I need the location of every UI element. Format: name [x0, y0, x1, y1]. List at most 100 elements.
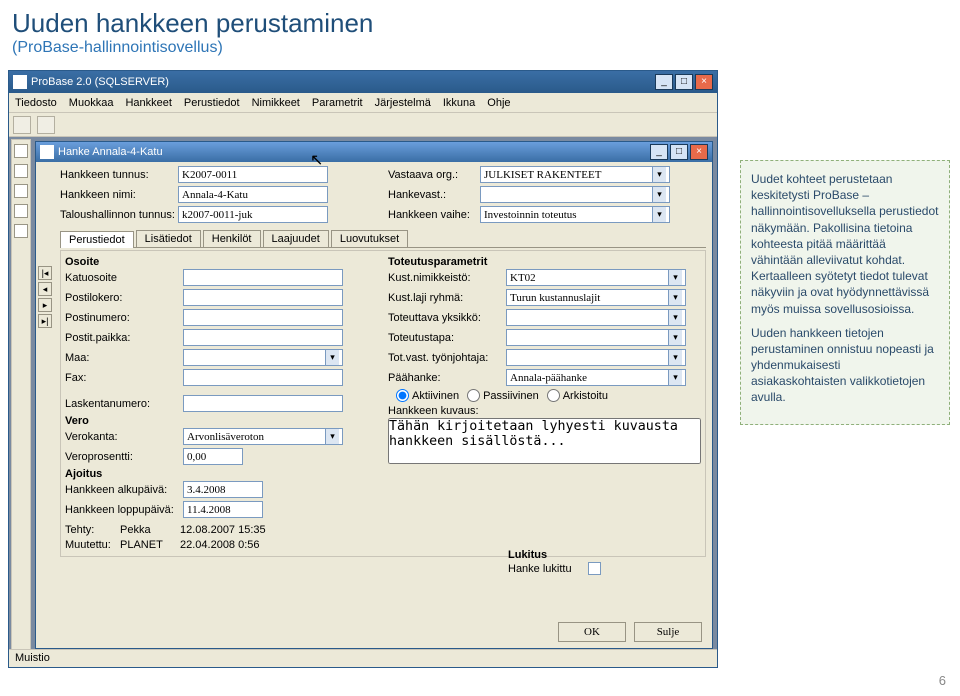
katu-label: Katuosoite	[65, 272, 183, 284]
kustlaji-combo[interactable]: Turun kustannuslajit▾	[506, 289, 686, 306]
kuvaus-textarea[interactable]: Tähän kirjoitetaan lyhyesti kuvausta han…	[388, 418, 701, 464]
veropros-input[interactable]	[183, 448, 243, 465]
chevron-down-icon: ▾	[668, 270, 682, 285]
lukitus-checkbox[interactable]	[588, 562, 601, 575]
child-title: Hanke Annala-4-Katu	[58, 146, 163, 158]
nav-prev-button[interactable]: ◂	[38, 282, 52, 296]
menubar: Tiedosto Muokkaa Hankkeet Perustiedot Ni…	[9, 93, 717, 113]
nav-last-button[interactable]: ▸|	[38, 314, 52, 328]
muut-date: 22.04.2008 0:56	[180, 539, 260, 551]
maa-combo[interactable]: ▾	[183, 349, 343, 366]
child-maximize-button[interactable]: □	[670, 144, 688, 160]
sulje-button[interactable]: Sulje	[634, 622, 702, 642]
menu-parametrit[interactable]: Parametrit	[312, 97, 363, 109]
aktiivinen-radio[interactable]	[396, 389, 409, 402]
alku-label: Hankkeen alkupäivä:	[65, 484, 183, 496]
ok-button[interactable]: OK	[558, 622, 626, 642]
passiivinen-label: Passiivinen	[483, 390, 539, 402]
aktiivinen-label: Aktiivinen	[412, 390, 459, 402]
menu-hankkeet[interactable]: Hankkeet	[125, 97, 171, 109]
loppu-input[interactable]	[183, 501, 263, 518]
talous-input[interactable]	[178, 206, 328, 223]
param-header: Toteutusparametrit	[388, 256, 701, 268]
nav-first-button[interactable]: |◂	[38, 266, 52, 280]
left-toolstrip	[11, 139, 31, 658]
tabs: Perustiedot Lisätiedot Henkilöt Laajuude…	[60, 230, 706, 248]
kustnim-combo[interactable]: KT02▾	[506, 269, 686, 286]
kustnim-label: Kust.nimikkeistö:	[388, 272, 506, 284]
maximize-button[interactable]: □	[675, 74, 693, 90]
maa-label: Maa:	[65, 352, 183, 364]
toolbar-icon[interactable]	[37, 116, 55, 134]
page-number: 6	[939, 673, 946, 688]
tool-icon[interactable]	[14, 144, 28, 158]
postitp-input[interactable]	[183, 329, 343, 346]
muut-label: Muutettu:	[65, 539, 120, 551]
child-window: Hanke Annala-4-Katu _ □ × |◂ ◂ ▸ ▸| Hank…	[35, 141, 713, 649]
katu-input[interactable]	[183, 269, 343, 286]
vastorg-combo[interactable]: JULKISET RAKENTEET▾	[480, 166, 670, 183]
app-titlebar: ProBase 2.0 (SQLSERVER) _ □ ×	[9, 71, 717, 93]
tool-icon[interactable]	[14, 204, 28, 218]
chevron-down-icon: ▾	[668, 350, 682, 365]
menu-nimikkeet[interactable]: Nimikkeet	[252, 97, 300, 109]
status-radios: Aktiivinen Passiivinen Arkistoitu	[388, 389, 701, 402]
close-button[interactable]: ×	[695, 74, 713, 90]
tab-perustiedot[interactable]: Perustiedot	[60, 231, 134, 248]
menu-ikkuna[interactable]: Ikkuna	[443, 97, 475, 109]
nav-next-button[interactable]: ▸	[38, 298, 52, 312]
slide-subtitle: (ProBase-hallinnointisovellus)	[0, 39, 960, 63]
chevron-down-icon: ▾	[652, 207, 666, 222]
hankevast-combo[interactable]: ▾	[480, 186, 670, 203]
menu-perustiedot[interactable]: Perustiedot	[184, 97, 240, 109]
lasknro-input[interactable]	[183, 395, 343, 412]
menu-muokkaa[interactable]: Muokkaa	[69, 97, 114, 109]
alku-input[interactable]	[183, 481, 263, 498]
tottapa-combo[interactable]: ▾	[506, 329, 686, 346]
tool-icon[interactable]	[14, 224, 28, 238]
paah-combo[interactable]: Annala-päähanke▾	[506, 369, 686, 386]
tunnus-input[interactable]	[178, 166, 328, 183]
chevron-down-icon: ▾	[325, 429, 339, 444]
nimi-input[interactable]	[178, 186, 328, 203]
totyks-combo[interactable]: ▾	[506, 309, 686, 326]
totvast-combo[interactable]: ▾	[506, 349, 686, 366]
minimize-button[interactable]: _	[655, 74, 673, 90]
fax-input[interactable]	[183, 369, 343, 386]
menu-ohje[interactable]: Ohje	[487, 97, 510, 109]
postilok-label: Postilokero:	[65, 292, 183, 304]
tool-icon[interactable]	[14, 164, 28, 178]
postilok-input[interactable]	[183, 289, 343, 306]
arkistoitu-label: Arkistoitu	[563, 390, 608, 402]
chevron-down-icon: ▾	[668, 310, 682, 325]
nimi-label: Hankkeen nimi:	[60, 189, 178, 201]
verokanta-combo[interactable]: Arvonlisäveroton▾	[183, 428, 343, 445]
vastorg-label: Vastaava org.:	[388, 169, 480, 181]
menu-tiedosto[interactable]: Tiedosto	[15, 97, 57, 109]
loppu-label: Hankkeen loppupäivä:	[65, 504, 183, 516]
arkistoitu-radio[interactable]	[547, 389, 560, 402]
tab-henkilot[interactable]: Henkilöt	[203, 230, 261, 247]
tab-luovutukset[interactable]: Luovutukset	[331, 230, 408, 247]
toolbar	[9, 113, 717, 137]
menu-jarjestelma[interactable]: Järjestelmä	[375, 97, 431, 109]
tab-lisatiedot[interactable]: Lisätiedot	[136, 230, 201, 247]
lasknro-label: Laskentanumero:	[65, 398, 183, 410]
tab-laajuudet[interactable]: Laajuudet	[263, 230, 329, 247]
toolbar-icon[interactable]	[13, 116, 31, 134]
tool-icon[interactable]	[14, 184, 28, 198]
postinro-input[interactable]	[183, 309, 343, 326]
app-icon	[13, 75, 27, 89]
hankevast-label: Hankevast.:	[388, 189, 480, 201]
postinro-label: Postinumero:	[65, 312, 183, 324]
tehty-user: Pekka	[120, 524, 180, 536]
vaihe-combo[interactable]: Investoinnin toteutus▾	[480, 206, 670, 223]
osoite-header: Osoite	[65, 256, 378, 268]
note-box: Uudet kohteet perustetaan keskitetysti P…	[740, 160, 950, 425]
chevron-down-icon: ▾	[668, 370, 682, 385]
child-minimize-button[interactable]: _	[650, 144, 668, 160]
passiivinen-radio[interactable]	[467, 389, 480, 402]
child-close-button[interactable]: ×	[690, 144, 708, 160]
fax-label: Fax:	[65, 372, 183, 384]
talous-label: Taloushallinnon tunnus:	[60, 209, 178, 221]
